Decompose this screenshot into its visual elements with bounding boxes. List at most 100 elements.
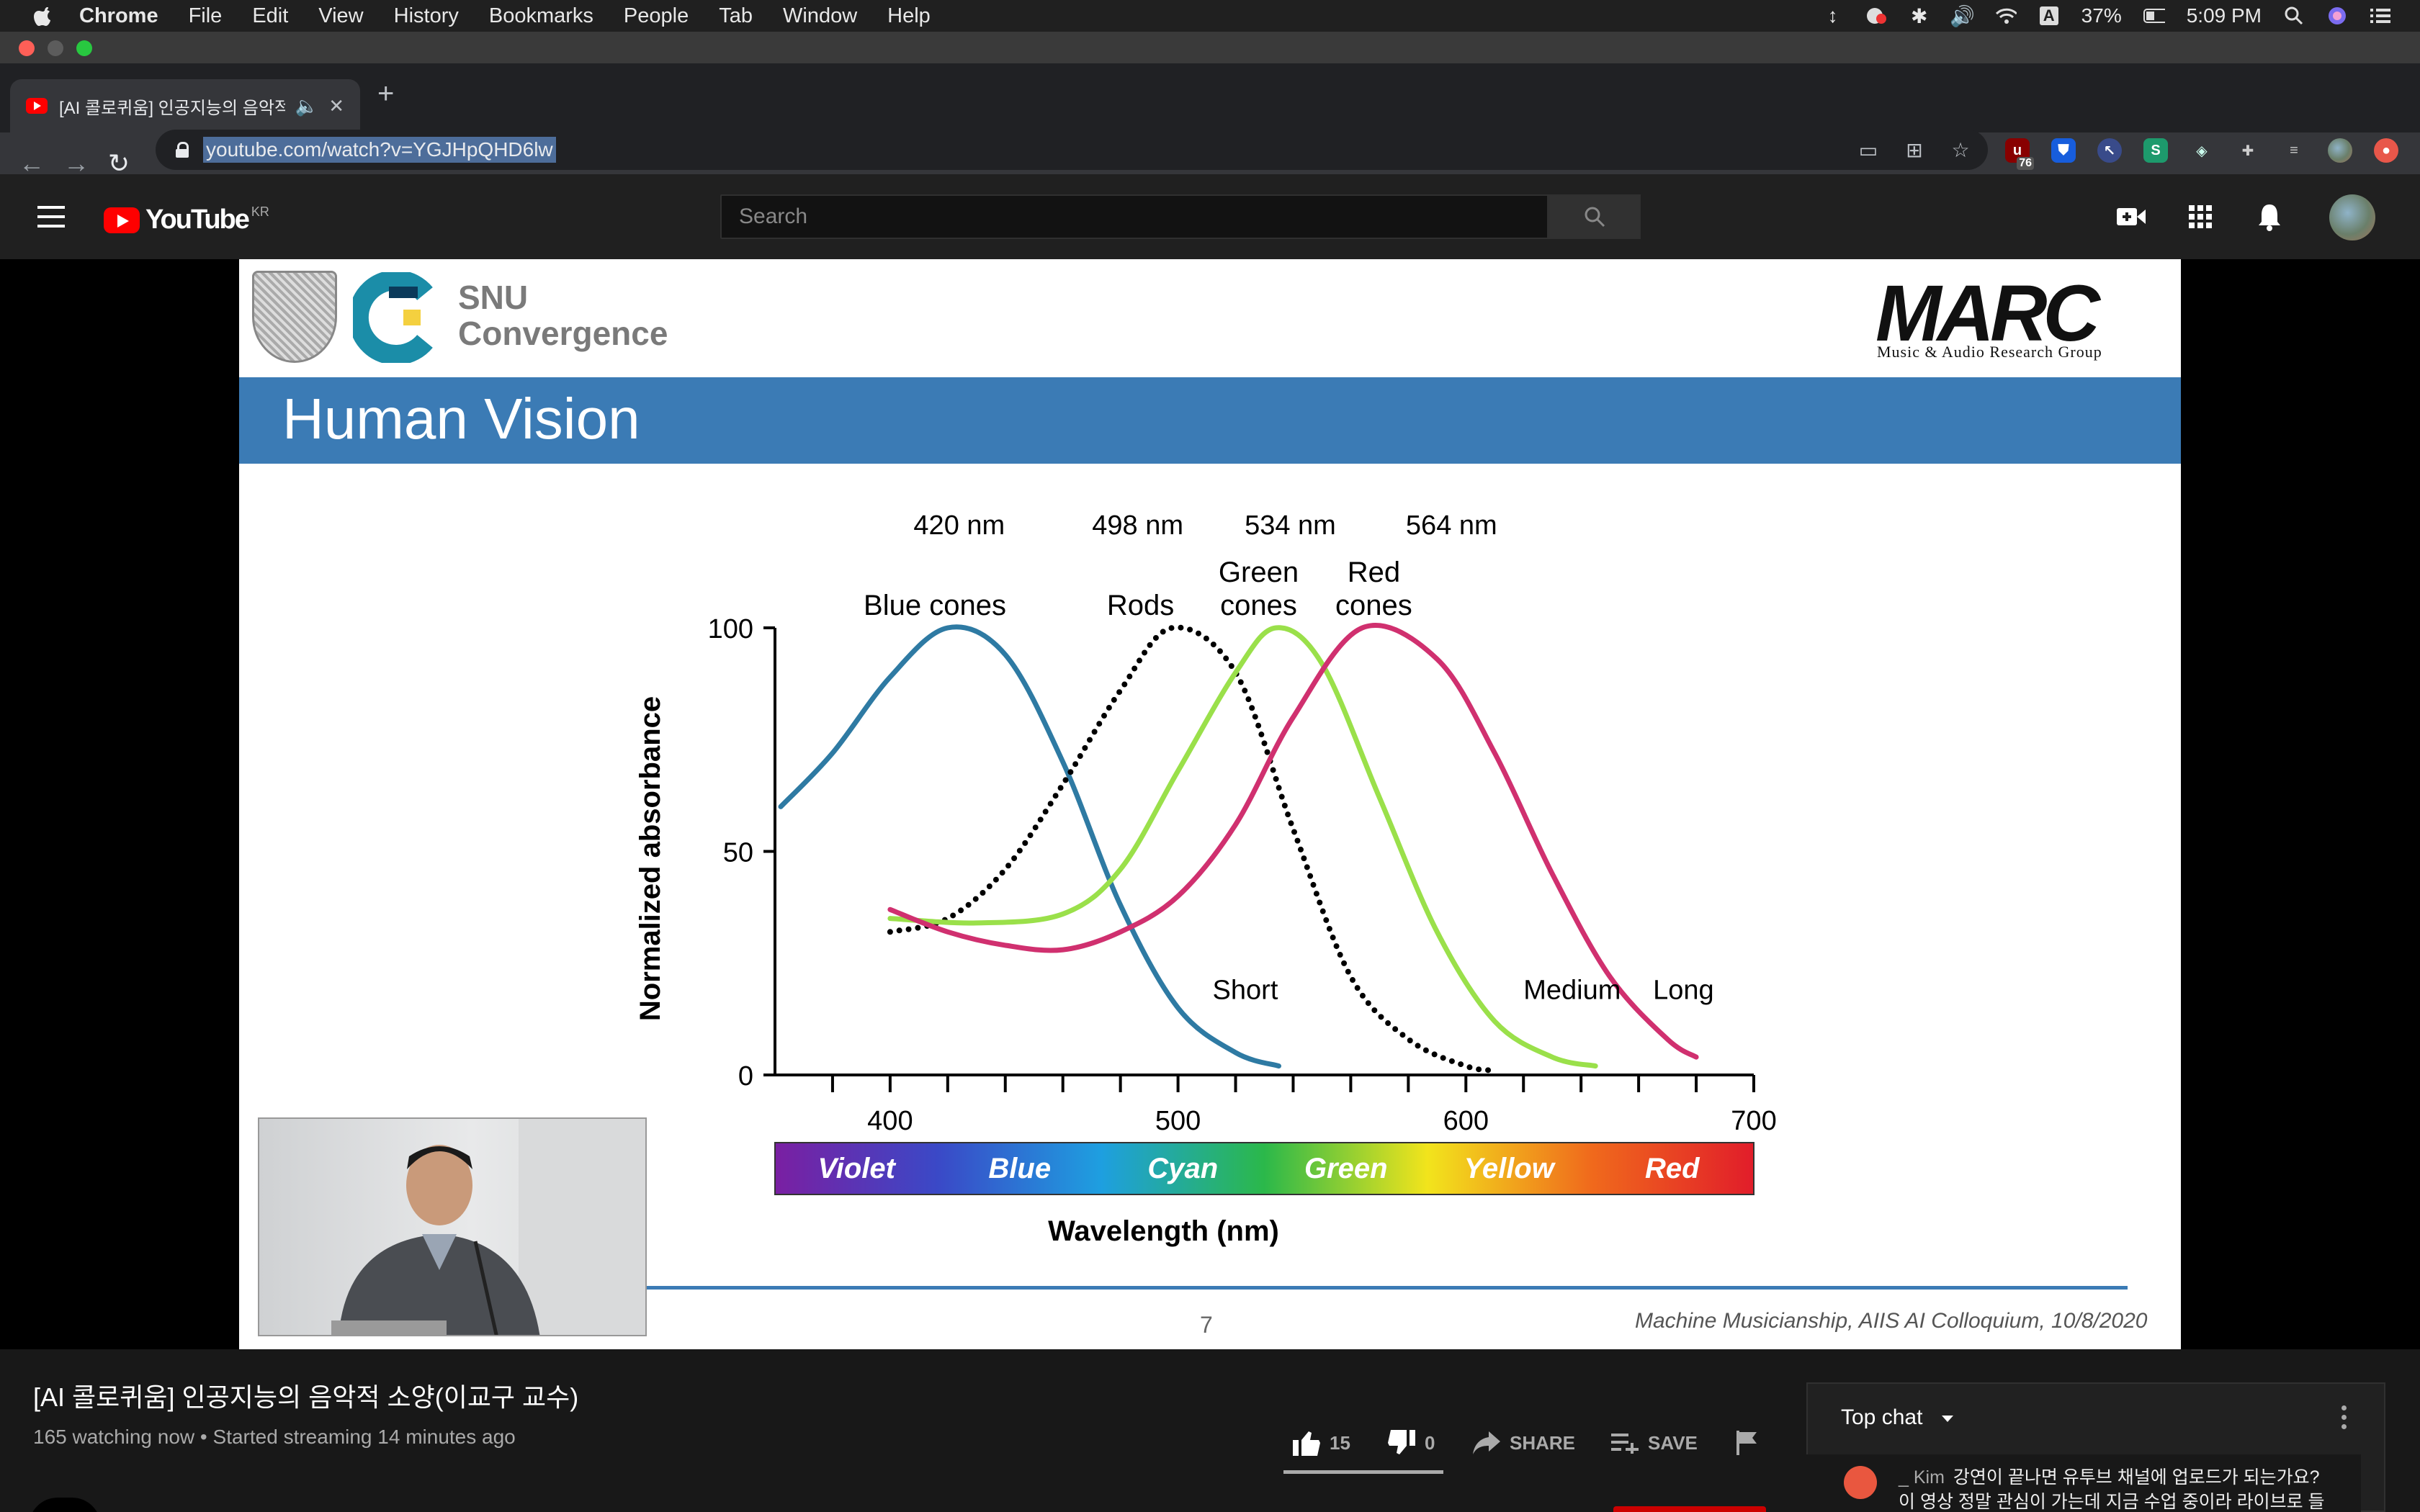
menu-app-name[interactable]: Chrome	[79, 4, 158, 28]
y-tick-label: 50	[723, 838, 753, 868]
menu-help[interactable]: Help	[887, 4, 931, 28]
slide-footer-rule	[645, 1286, 2128, 1290]
x-tick-label: 600	[1443, 1106, 1489, 1136]
lock-icon[interactable]	[176, 142, 189, 158]
series-label-red-cones: Red	[1348, 557, 1400, 588]
menu-people[interactable]: People	[624, 4, 689, 28]
like-ratio-bar	[1283, 1470, 1443, 1474]
media-queue-icon[interactable]: ≡	[2282, 138, 2306, 163]
y-tick-label: 0	[738, 1061, 753, 1092]
spotlight-search-icon[interactable]	[2283, 5, 2305, 27]
chevron-down-icon[interactable]	[1942, 1416, 1953, 1422]
account-avatar[interactable]	[2329, 194, 2375, 240]
subscribe-button-edge[interactable]	[1613, 1506, 1766, 1512]
extensions-puzzle-icon[interactable]: ✚	[2236, 138, 2260, 163]
country-code: KR	[251, 204, 269, 219]
battery-icon[interactable]	[2143, 5, 2165, 27]
peak-label: 498 nm	[1092, 510, 1183, 541]
series-label-green-cones: cones	[1220, 590, 1297, 621]
channel-avatar[interactable]	[29, 1498, 101, 1512]
save-button[interactable]: SAVE	[1610, 1428, 1698, 1457]
menu-bookmarks[interactable]: Bookmarks	[489, 4, 593, 28]
apps-grid-icon[interactable]	[2184, 200, 2217, 233]
dislike-count: 0	[1425, 1431, 1435, 1454]
menu-window[interactable]: Window	[783, 4, 857, 28]
apple-menu-icon[interactable]	[29, 5, 58, 27]
ublock-extension-icon[interactable]: 76 u	[2005, 138, 2034, 170]
input-source-icon[interactable]: A	[2038, 5, 2060, 27]
cast-icon[interactable]: ▭	[1855, 137, 1881, 163]
search-input[interactable]: Search	[720, 194, 1549, 239]
menubar-status-area: ↕ ✱ 🔊 A 37% 5:09 PM	[1822, 0, 2391, 32]
menu-history[interactable]: History	[394, 4, 459, 28]
notification-center-icon[interactable]	[2370, 5, 2391, 27]
menu-edit[interactable]: Edit	[252, 4, 288, 28]
window-title-bar	[0, 32, 2420, 63]
like-count: 15	[1330, 1431, 1350, 1454]
bookmark-star-icon[interactable]: ☆	[1948, 137, 1973, 163]
bluetooth-icon[interactable]: ✱	[1909, 5, 1930, 27]
youtube-logo[interactable]: YouTube KR	[104, 204, 269, 235]
close-window-button[interactable]	[19, 40, 35, 56]
end-label-medium: Medium	[1523, 975, 1621, 1005]
clock[interactable]: 5:09 PM	[2187, 4, 2262, 27]
spectrum-label: Green	[1304, 1153, 1388, 1184]
chat-message-line1: _ Kim 강연이 끝나면 유투브 채널에 업로드가 되는가요?	[1899, 1467, 2320, 1488]
profile-avatar-icon[interactable]	[2328, 138, 2352, 163]
spectrum-label: Yellow	[1464, 1153, 1556, 1184]
minimize-window-button[interactable]	[48, 40, 63, 56]
report-button[interactable]	[1733, 1428, 1770, 1457]
snu-crest-logo	[252, 271, 337, 363]
series-label-rods: Rods	[1107, 590, 1174, 621]
dislike-button[interactable]: 0	[1387, 1428, 1435, 1457]
volume-icon[interactable]: 🔊	[1950, 5, 1975, 27]
notification-app-icon[interactable]	[1865, 5, 1887, 27]
browser-tab-active[interactable]: [AI 콜로퀴움] 인공지능의 음악적 🔈 ✕	[10, 79, 360, 132]
share-label: SHARE	[1510, 1431, 1576, 1454]
peak-label: 420 nm	[913, 510, 1005, 541]
spectrum-label: Red	[1645, 1153, 1700, 1184]
spectrum-label: Cyan	[1147, 1153, 1218, 1184]
youtube-wordmark: YouTube	[145, 204, 250, 235]
like-button[interactable]: 15	[1292, 1428, 1350, 1457]
macos-menu-bar: Chrome File Edit View History Bookmarks …	[0, 0, 2420, 32]
spectrum-label: Violet	[818, 1153, 897, 1184]
chat-author-name[interactable]: _ Kim	[1899, 1467, 1945, 1488]
new-tab-button[interactable]: +	[377, 78, 394, 110]
x-tick-label: 500	[1155, 1106, 1201, 1136]
speaker-figure	[331, 1119, 645, 1335]
zoom-window-button[interactable]	[76, 40, 92, 56]
playlist-add-icon	[1610, 1428, 1639, 1457]
cursor-extension-icon[interactable]: ↖	[2097, 138, 2122, 163]
tab-audio-icon[interactable]: 🔈	[295, 95, 318, 117]
s-extension-icon[interactable]: S	[2143, 138, 2168, 163]
menu-view[interactable]: View	[318, 4, 363, 28]
update-menu-icon[interactable]: ●	[2374, 138, 2398, 163]
chat-more-icon[interactable]	[2336, 1405, 2351, 1434]
series-label-green-cones: Green	[1219, 557, 1299, 588]
guide-menu-icon[interactable]	[37, 206, 65, 228]
shield-extension-icon[interactable]: ◈	[2190, 138, 2214, 163]
qr-code-icon[interactable]: ⊞	[1901, 137, 1927, 163]
chat-author-avatar[interactable]	[1844, 1466, 1877, 1499]
save-label: SAVE	[1648, 1431, 1698, 1454]
menu-tab[interactable]: Tab	[719, 4, 753, 28]
search-button[interactable]	[1549, 194, 1641, 239]
notifications-bell-icon[interactable]	[2253, 200, 2286, 233]
cursor-updown-icon[interactable]: ↕	[1822, 4, 1844, 27]
slide-title: Human Vision	[282, 387, 640, 451]
y-tick-label: 100	[708, 614, 753, 644]
series-label-red-cones: cones	[1335, 590, 1412, 621]
address-bar[interactable]: youtube.com/watch?v=YGJHpQHD6lw	[156, 130, 1988, 170]
url-text[interactable]: youtube.com/watch?v=YGJHpQHD6lw	[203, 137, 556, 163]
wifi-icon[interactable]	[1995, 5, 2017, 27]
share-button[interactable]: SHARE	[1472, 1428, 1575, 1457]
bitwarden-extension-icon[interactable]: ⛊	[2051, 138, 2076, 163]
siri-icon[interactable]	[2326, 5, 2348, 27]
menu-file[interactable]: File	[189, 4, 223, 28]
youtube-favicon-icon	[26, 98, 48, 114]
tab-close-icon[interactable]: ✕	[328, 95, 344, 117]
search-icon	[1585, 207, 1605, 228]
chat-mode-selector[interactable]: Top chat	[1841, 1405, 1922, 1430]
create-video-icon[interactable]	[2115, 200, 2148, 233]
